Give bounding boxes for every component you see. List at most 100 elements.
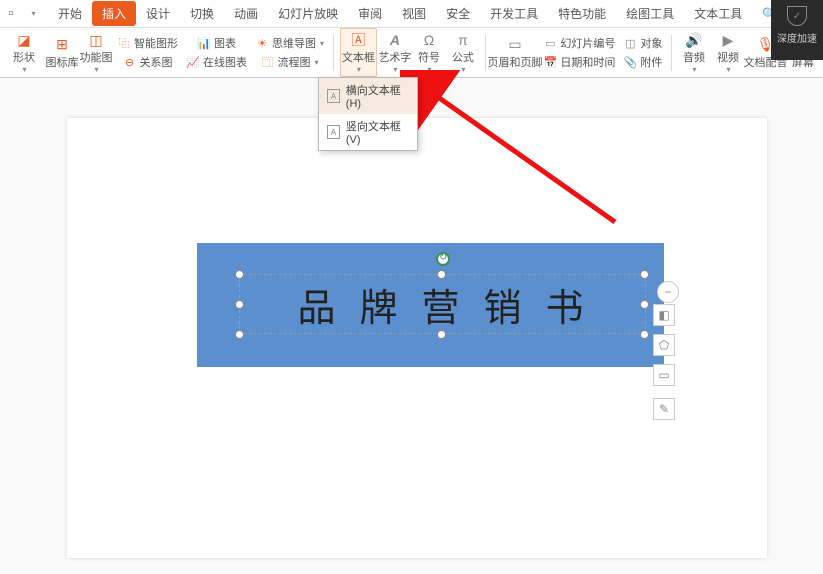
tab-start[interactable]: 开始: [48, 1, 92, 26]
symbol-icon: Ω: [420, 31, 438, 49]
object-icon: ◫: [623, 36, 637, 50]
flowchart-button[interactable]: ⿹流程图: [252, 53, 327, 71]
formula-button[interactable]: π 公式: [447, 29, 479, 76]
tab-texttools[interactable]: 文本工具: [684, 1, 752, 26]
wordart-button[interactable]: A 艺术字: [379, 29, 411, 76]
headerfooter-label: 页眉和页脚: [488, 54, 543, 70]
smartgraphic-label: 智能图形: [134, 35, 178, 51]
ribbon: ◪ 形状 ⊞ 图标库 ◫ 功能图 ⿻智能图形 ⊖关系图 📊图表 📈在线图表 ☀思…: [0, 28, 823, 78]
rotate-handle[interactable]: [436, 252, 450, 266]
float-rect[interactable]: ▭: [653, 364, 675, 386]
chart-icon: 📊: [197, 36, 211, 50]
mindmap-label: 思维导图: [272, 35, 316, 51]
float-collapse[interactable]: −: [657, 281, 679, 303]
audio-label: 音频: [683, 49, 705, 65]
datetime-icon: 📅: [543, 55, 557, 69]
video-icon: ▶: [719, 31, 737, 49]
slidenumber-label: 幻灯片编号: [560, 35, 615, 51]
attachment-button[interactable]: 📎附件: [620, 53, 665, 71]
wordart-icon: A: [386, 31, 404, 49]
handle-w[interactable]: [235, 300, 244, 309]
iconlib-label: 图标库: [46, 54, 79, 70]
function-button[interactable]: ◫ 功能图: [80, 29, 112, 76]
tab-review[interactable]: 审阅: [348, 1, 392, 26]
mindmap-button[interactable]: ☀思维导图: [252, 34, 327, 52]
headerfooter-icon: ▭: [506, 36, 524, 54]
shapes-icon: ◪: [15, 31, 33, 49]
slidenumber-icon: ▭: [543, 36, 557, 50]
textbox-button[interactable]: 🄰 文本框: [340, 28, 377, 77]
datetime-label: 日期和时间: [560, 54, 615, 70]
chart-button[interactable]: 📊图表: [183, 34, 250, 52]
float-layers[interactable]: ◧: [653, 304, 675, 326]
formula-icon: π: [454, 31, 472, 49]
video-label: 视频: [717, 49, 739, 65]
smartgraphic-icon: ⿻: [117, 36, 131, 50]
audio-icon: 🔊: [685, 31, 703, 49]
tab-insert[interactable]: 插入: [92, 1, 136, 26]
save-icon[interactable]: ▫: [4, 7, 18, 21]
video-button[interactable]: ▶ 视频: [712, 29, 744, 76]
dropdown-icon[interactable]: [26, 7, 40, 21]
divider: [333, 35, 334, 71]
relation-label: 关系图: [140, 54, 173, 70]
divider: [485, 35, 486, 71]
tab-drawtools[interactable]: 绘图工具: [616, 1, 684, 26]
flowchart-label: 流程图: [278, 54, 311, 70]
textbox-content: 品牌营销书: [297, 277, 607, 332]
shapes-button[interactable]: ◪ 形状: [4, 29, 44, 76]
handle-nw[interactable]: [235, 270, 244, 279]
textbox-label: 文本框: [342, 49, 375, 65]
flowchart-icon: ⿹: [261, 55, 275, 69]
vertical-textbox-icon: A: [327, 125, 340, 139]
mindmap-icon: ☀: [255, 36, 269, 50]
accelerate-panel[interactable]: ✓ 深度加速: [771, 0, 823, 60]
relation-icon: ⊖: [123, 55, 137, 69]
object-label: 对象: [640, 35, 662, 51]
symbol-label: 符号: [418, 49, 440, 65]
tab-bar: ▫ 开始 插入 设计 切换 动画 幻灯片放映 审阅 视图 安全 开发工具 特色功…: [0, 0, 823, 28]
textbox-icon: 🄰: [349, 31, 367, 49]
relation-button[interactable]: ⊖关系图: [114, 53, 181, 71]
tab-view[interactable]: 视图: [392, 1, 436, 26]
onlinechart-label: 在线图表: [203, 54, 247, 70]
onlinechart-icon: 📈: [186, 55, 200, 69]
datetime-button[interactable]: 📅日期和时间: [540, 53, 618, 71]
float-pencil[interactable]: ✎: [653, 398, 675, 420]
shapes-label: 形状: [13, 49, 35, 65]
onlinechart-button[interactable]: 📈在线图表: [183, 53, 250, 71]
horizontal-textbox-label: 横向文本框(H): [346, 82, 409, 110]
handle-ne[interactable]: [640, 270, 649, 279]
tab-security[interactable]: 安全: [436, 1, 480, 26]
vertical-textbox-item[interactable]: A 竖向文本框(V): [319, 114, 417, 150]
handle-n[interactable]: [437, 270, 446, 279]
tab-slideshow[interactable]: 幻灯片放映: [268, 1, 348, 26]
divider: [671, 35, 672, 71]
object-button[interactable]: ◫对象: [620, 34, 665, 52]
accelerate-label: 深度加速: [777, 30, 817, 45]
tab-special[interactable]: 特色功能: [548, 1, 616, 26]
attachment-icon: 📎: [623, 55, 637, 69]
tab-design[interactable]: 设计: [136, 1, 180, 26]
handle-se[interactable]: [640, 330, 649, 339]
float-shape[interactable]: ⬠: [653, 334, 675, 356]
handle-e[interactable]: [640, 300, 649, 309]
symbol-button[interactable]: Ω 符号: [413, 29, 445, 76]
handle-s[interactable]: [437, 330, 446, 339]
audio-button[interactable]: 🔊 音频: [678, 29, 710, 76]
formula-label: 公式: [452, 49, 474, 65]
textbox-dropdown: A 横向文本框(H) A 竖向文本框(V): [318, 77, 418, 151]
tab-transition[interactable]: 切换: [180, 1, 224, 26]
tab-developer[interactable]: 开发工具: [480, 1, 548, 26]
selected-textbox[interactable]: 品牌营销书: [239, 274, 646, 334]
horizontal-textbox-item[interactable]: A 横向文本框(H): [319, 78, 417, 114]
tab-animation[interactable]: 动画: [224, 1, 268, 26]
handle-sw[interactable]: [235, 330, 244, 339]
slidenumber-button[interactable]: ▭幻灯片编号: [540, 34, 618, 52]
horizontal-textbox-icon: A: [327, 89, 340, 103]
attachment-label: 附件: [640, 54, 662, 70]
smartgraphic-button[interactable]: ⿻智能图形: [114, 34, 181, 52]
headerfooter-button[interactable]: ▭ 页眉和页脚: [492, 34, 539, 72]
iconlib-button[interactable]: ⊞ 图标库: [46, 34, 78, 72]
function-icon: ◫: [87, 31, 105, 49]
